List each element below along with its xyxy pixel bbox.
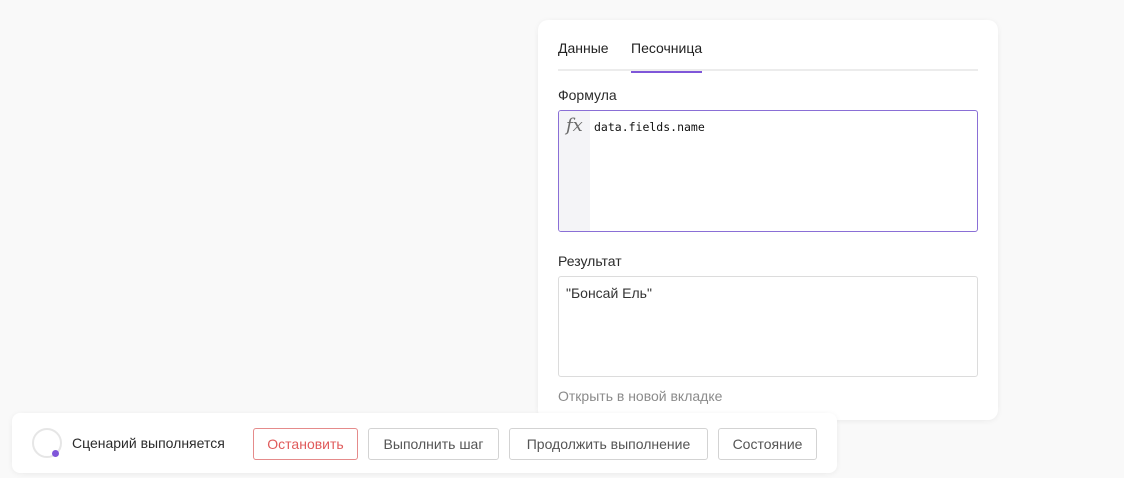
tab-data[interactable]: Данные bbox=[558, 40, 609, 71]
run-step-button[interactable]: Выполнить шаг bbox=[368, 428, 499, 460]
formula-editor[interactable]: fx data.fields.name bbox=[558, 110, 978, 232]
state-button[interactable]: Состояние bbox=[718, 428, 817, 460]
run-status-text: Сценарий выполняется bbox=[72, 435, 225, 451]
continue-button[interactable]: Продолжить выполнение bbox=[509, 428, 708, 460]
result-label: Результат bbox=[558, 253, 622, 269]
formula-label: Формула bbox=[558, 87, 617, 103]
sandbox-panel: Данные Песочница Формула fx data.fields.… bbox=[538, 20, 998, 420]
fx-icon: fx bbox=[566, 115, 583, 136]
result-value: "Бонсай Ель" bbox=[566, 285, 652, 301]
stop-button[interactable]: Остановить bbox=[253, 428, 358, 460]
result-output: "Бонсай Ель" bbox=[558, 276, 978, 377]
open-in-new-tab-link[interactable]: Открыть в новой вкладке bbox=[558, 388, 722, 404]
spinner-dot bbox=[52, 450, 59, 457]
editor-gutter: fx bbox=[559, 111, 590, 231]
tab-bar: Данные Песочница bbox=[558, 20, 978, 73]
formula-code[interactable]: data.fields.name bbox=[594, 120, 705, 134]
tab-sandbox[interactable]: Песочница bbox=[631, 40, 703, 73]
run-controls-bar: Сценарий выполняется Остановить Выполнит… bbox=[12, 413, 837, 473]
